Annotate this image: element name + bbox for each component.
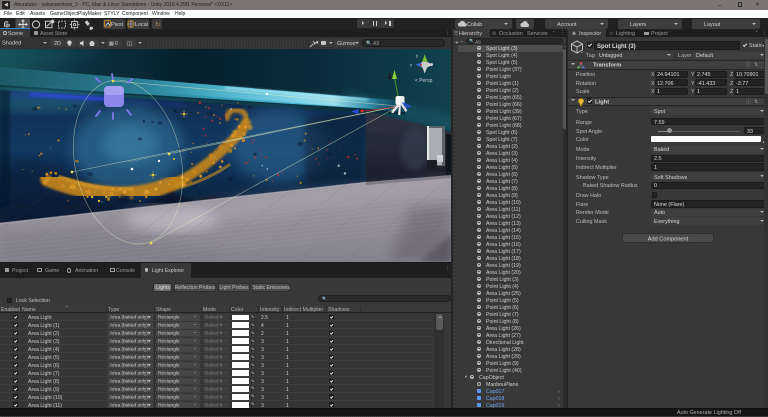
svg-text:< Persp: < Persp bbox=[415, 78, 433, 84]
svg-text:z: z bbox=[410, 63, 412, 68]
